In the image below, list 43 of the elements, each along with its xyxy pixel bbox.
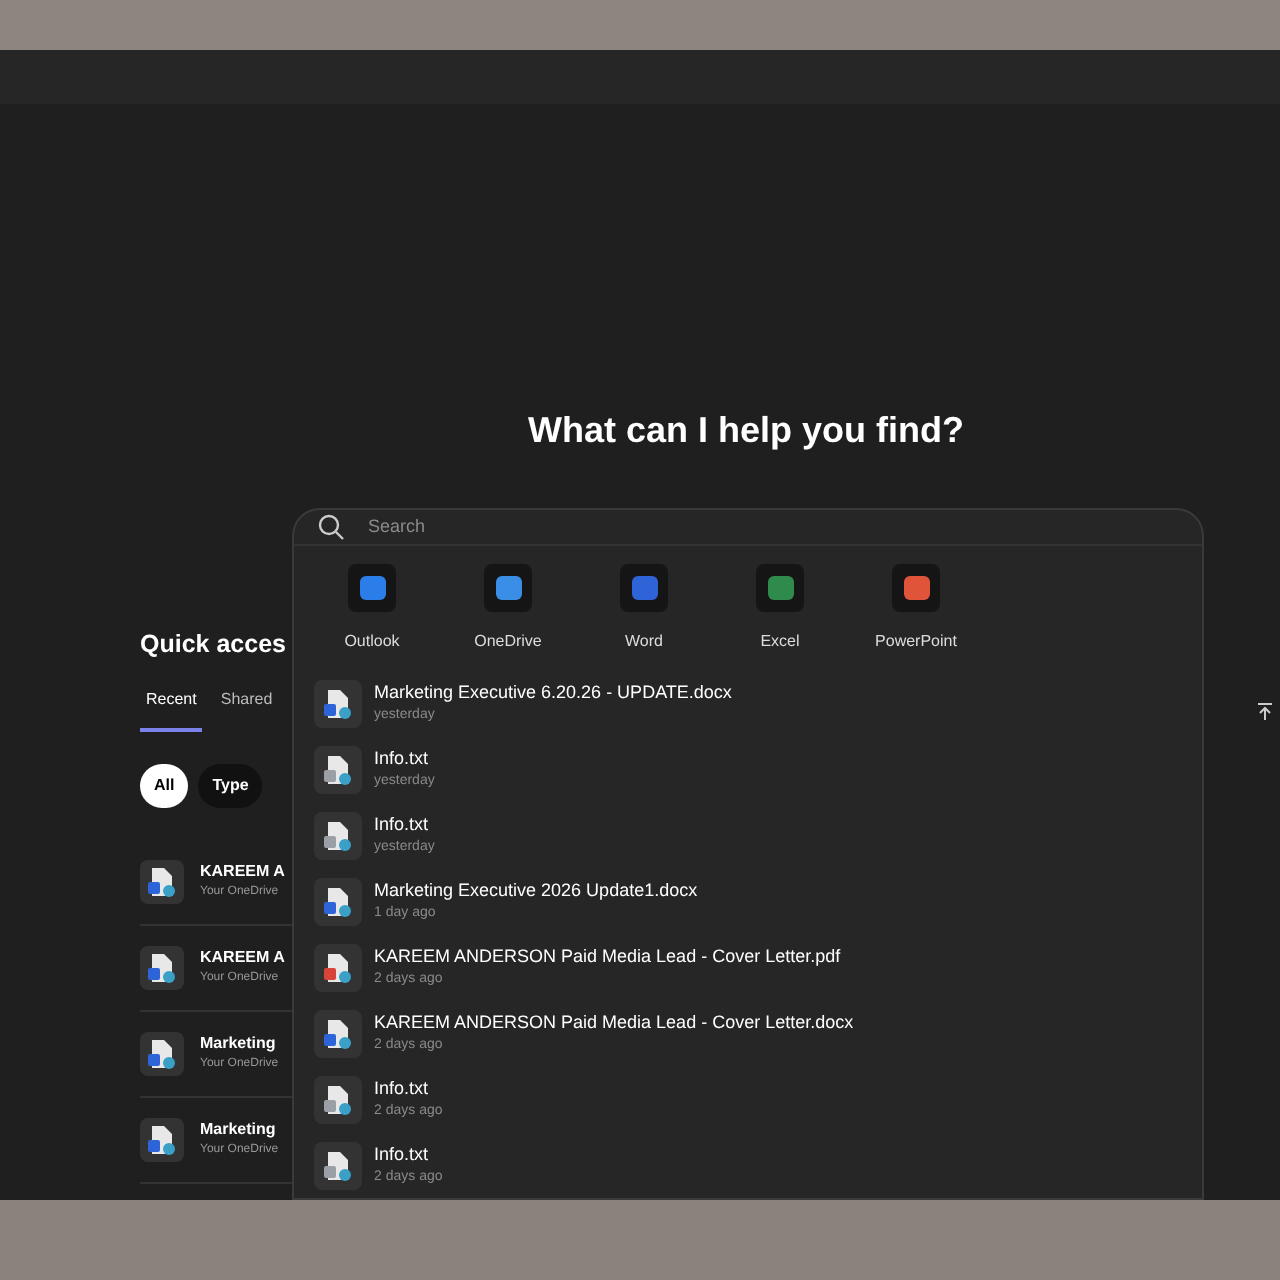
document-icon — [148, 951, 176, 984]
file-name: KAREEM A — [200, 946, 285, 971]
document-icon — [324, 885, 352, 917]
section-title: Quick acces — [140, 628, 286, 662]
document-icon — [324, 1149, 352, 1181]
tab[interactable]: Shared — [214, 687, 279, 732]
app-label[interactable]: PowerPoint — [875, 630, 957, 654]
document-icon — [324, 951, 352, 983]
arrow-up-icon — [1256, 702, 1274, 722]
result-name: KAREEM ANDERSON Paid Media Lead - Cover Letter.docx — [374, 1009, 854, 1035]
filter-chip[interactable]: All — [140, 763, 189, 808]
app-tile[interactable] — [620, 564, 668, 612]
heading: What can I help you find? — [528, 408, 964, 454]
search-icon — [318, 514, 344, 540]
file-name: Marketing — [200, 1032, 278, 1057]
result-name: KAREEM ANDERSON Paid Media Lead - Cover Letter.pdf — [374, 943, 841, 970]
app-tile[interactable] — [484, 564, 532, 612]
result-name: Info.txt — [374, 811, 431, 837]
app-tile[interactable] — [892, 564, 940, 612]
search-input[interactable]: Search — [368, 513, 1178, 541]
app-label[interactable]: Excel — [760, 630, 800, 654]
document-icon — [324, 1083, 352, 1115]
app-tile[interactable] — [756, 564, 804, 612]
document-icon — [324, 819, 352, 851]
document-icon — [324, 687, 352, 719]
result-name: Info.txt — [374, 745, 431, 771]
document-icon — [324, 753, 352, 785]
tab[interactable]: Recent — [140, 687, 203, 732]
document-icon — [148, 865, 176, 898]
result-name: Info.txt — [374, 1141, 431, 1167]
filter-chip[interactable]: Type — [198, 763, 263, 808]
app-label[interactable]: Outlook — [344, 630, 400, 654]
file-name: Marketing — [200, 1118, 278, 1143]
app-label[interactable]: Word — [625, 630, 663, 654]
document-icon — [148, 1123, 176, 1156]
result-name: Marketing Executive 2026 Update1.docx — [374, 877, 698, 904]
result-name: Info.txt — [374, 1075, 431, 1101]
document-icon — [148, 1037, 176, 1070]
file-name: KAREEM A — [200, 860, 285, 885]
result-name: Marketing Executive 6.20.26 - UPDATE.docx — [374, 679, 732, 706]
app-label[interactable]: OneDrive — [474, 630, 542, 654]
document-icon — [324, 1017, 352, 1049]
app-tile[interactable] — [348, 564, 396, 612]
